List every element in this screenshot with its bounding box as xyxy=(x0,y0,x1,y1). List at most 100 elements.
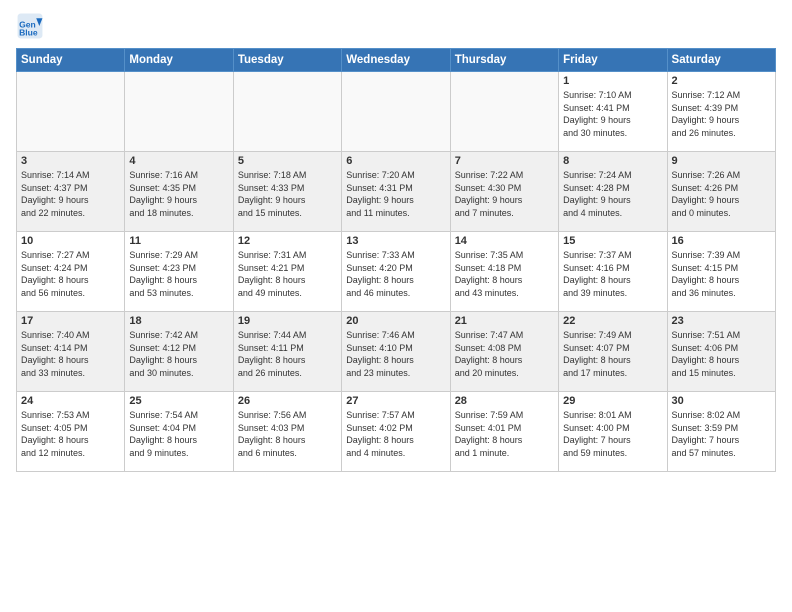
day-info: Sunrise: 7:33 AM Sunset: 4:20 PM Dayligh… xyxy=(346,249,445,299)
calendar-cell: 12Sunrise: 7:31 AM Sunset: 4:21 PM Dayli… xyxy=(233,232,341,312)
calendar-cell: 3Sunrise: 7:14 AM Sunset: 4:37 PM Daylig… xyxy=(17,152,125,232)
day-number: 18 xyxy=(129,315,228,327)
calendar-cell: 21 Sunrise: 7:47 AM Sunset: 4:08 PM Dayli… xyxy=(450,312,558,392)
day-info: Sunrise: 7:26 AM Sunset: 4:26 PM Dayligh… xyxy=(672,169,771,219)
day-info: Sunrise: 7:46 AM Sunset: 4:10 PM Dayligh… xyxy=(346,329,445,379)
calendar-cell xyxy=(233,72,341,152)
calendar-cell: 16 Sunrise: 7:39 AM Sunset: 4:15 PM Dayli… xyxy=(667,232,775,312)
weekday-header-sunday: Sunday xyxy=(17,49,125,72)
weekday-header-saturday: Saturday xyxy=(667,49,775,72)
day-number: 11 xyxy=(129,235,228,247)
calendar-cell: 23 Sunrise: 7:51 AM Sunset: 4:06 PM Dayli… xyxy=(667,312,775,392)
day-number: 24 xyxy=(21,395,120,407)
day-info: Sunrise: 7:20 AM Sunset: 4:31 PM Dayligh… xyxy=(346,169,445,219)
day-info: Sunrise: 7:40 AM Sunset: 4:14 PM Dayligh… xyxy=(21,329,120,379)
day-number: 16 xyxy=(672,235,771,247)
day-info: Sunrise: 7:47 AM Sunset: 4:08 PM Dayligh… xyxy=(455,329,554,379)
day-info: Sunrise: 7:57 AM Sunset: 4:02 PM Dayligh… xyxy=(346,409,445,459)
day-info: Sunrise: 7:29 AM Sunset: 4:23 PM Dayligh… xyxy=(129,249,228,299)
day-info: Sunrise: 7:44 AM Sunset: 4:11 PM Dayligh… xyxy=(238,329,337,379)
day-number: 23 xyxy=(672,315,771,327)
day-number: 8 xyxy=(563,155,662,167)
day-number: 4 xyxy=(129,155,228,167)
day-number: 28 xyxy=(455,395,554,407)
day-info: Sunrise: 7:16 AM Sunset: 4:35 PM Dayligh… xyxy=(129,169,228,219)
day-info: Sunrise: 7:39 AM Sunset: 4:15 PM Dayligh… xyxy=(672,249,771,299)
day-info: Sunrise: 7:37 AM Sunset: 4:16 PM Dayligh… xyxy=(563,249,662,299)
calendar-week-4: 17 Sunrise: 7:40 AM Sunset: 4:14 PM Dayli… xyxy=(17,312,776,392)
day-info: Sunrise: 7:42 AM Sunset: 4:12 PM Dayligh… xyxy=(129,329,228,379)
calendar-cell: 29 Sunrise: 8:01 AM Sunset: 4:00 PM Dayli… xyxy=(559,392,667,472)
day-info: Sunrise: 7:22 AM Sunset: 4:30 PM Dayligh… xyxy=(455,169,554,219)
day-number: 22 xyxy=(563,315,662,327)
calendar-cell: 9 Sunrise: 7:26 AM Sunset: 4:26 PM Daylig… xyxy=(667,152,775,232)
day-info: Sunrise: 7:54 AM Sunset: 4:04 PM Dayligh… xyxy=(129,409,228,459)
calendar-cell: 28 Sunrise: 7:59 AM Sunset: 4:01 PM Dayli… xyxy=(450,392,558,472)
day-info: Sunrise: 7:51 AM Sunset: 4:06 PM Dayligh… xyxy=(672,329,771,379)
calendar-week-5: 24 Sunrise: 7:53 AM Sunset: 4:05 PM Dayli… xyxy=(17,392,776,472)
day-number: 5 xyxy=(238,155,337,167)
day-number: 20 xyxy=(346,315,445,327)
calendar-cell: 15 Sunrise: 7:37 AM Sunset: 4:16 PM Dayli… xyxy=(559,232,667,312)
day-number: 15 xyxy=(563,235,662,247)
day-number: 27 xyxy=(346,395,445,407)
day-info: Sunrise: 7:12 AM Sunset: 4:39 PM Dayligh… xyxy=(672,89,771,139)
weekday-header-monday: Monday xyxy=(125,49,233,72)
day-number: 21 xyxy=(455,315,554,327)
calendar-cell: 10 Sunrise: 7:27 AM Sunset: 4:24 PM Dayli… xyxy=(17,232,125,312)
calendar-week-3: 10 Sunrise: 7:27 AM Sunset: 4:24 PM Dayli… xyxy=(17,232,776,312)
calendar-cell xyxy=(125,72,233,152)
day-number: 19 xyxy=(238,315,337,327)
calendar-cell: 26Sunrise: 7:56 AM Sunset: 4:03 PM Dayli… xyxy=(233,392,341,472)
day-info: Sunrise: 7:53 AM Sunset: 4:05 PM Dayligh… xyxy=(21,409,120,459)
day-info: Sunrise: 8:01 AM Sunset: 4:00 PM Dayligh… xyxy=(563,409,662,459)
calendar-cell: 1Sunrise: 7:10 AM Sunset: 4:41 PM Daylig… xyxy=(559,72,667,152)
calendar-cell: 19 Sunrise: 7:44 AM Sunset: 4:11 PM Dayli… xyxy=(233,312,341,392)
weekday-header-friday: Friday xyxy=(559,49,667,72)
day-info: Sunrise: 8:02 AM Sunset: 3:59 PM Dayligh… xyxy=(672,409,771,459)
calendar-cell: 11 Sunrise: 7:29 AM Sunset: 4:23 PM Dayli… xyxy=(125,232,233,312)
day-number: 10 xyxy=(21,235,120,247)
calendar-cell xyxy=(17,72,125,152)
day-info: Sunrise: 7:27 AM Sunset: 4:24 PM Dayligh… xyxy=(21,249,120,299)
calendar-body: 1Sunrise: 7:10 AM Sunset: 4:41 PM Daylig… xyxy=(17,72,776,472)
calendar-cell: 13Sunrise: 7:33 AM Sunset: 4:20 PM Dayli… xyxy=(342,232,450,312)
page: Gen Blue SundayMondayTuesdayWednesdayThu… xyxy=(0,0,792,612)
day-info: Sunrise: 7:24 AM Sunset: 4:28 PM Dayligh… xyxy=(563,169,662,219)
calendar-cell: 7 Sunrise: 7:22 AM Sunset: 4:30 PM Daylig… xyxy=(450,152,558,232)
day-info: Sunrise: 7:35 AM Sunset: 4:18 PM Dayligh… xyxy=(455,249,554,299)
weekday-header-tuesday: Tuesday xyxy=(233,49,341,72)
day-info: Sunrise: 7:10 AM Sunset: 4:41 PM Dayligh… xyxy=(563,89,662,139)
calendar-table: SundayMondayTuesdayWednesdayThursdayFrid… xyxy=(16,48,776,472)
calendar-cell: 20 Sunrise: 7:46 AM Sunset: 4:10 PM Dayli… xyxy=(342,312,450,392)
day-number: 6 xyxy=(346,155,445,167)
weekday-header-thursday: Thursday xyxy=(450,49,558,72)
day-info: Sunrise: 7:59 AM Sunset: 4:01 PM Dayligh… xyxy=(455,409,554,459)
day-info: Sunrise: 7:56 AM Sunset: 4:03 PM Dayligh… xyxy=(238,409,337,459)
day-number: 29 xyxy=(563,395,662,407)
day-number: 17 xyxy=(21,315,120,327)
calendar-cell: 27 Sunrise: 7:57 AM Sunset: 4:02 PM Dayli… xyxy=(342,392,450,472)
header: Gen Blue xyxy=(16,12,776,40)
day-number: 3 xyxy=(21,155,120,167)
calendar-cell: 30Sunrise: 8:02 AM Sunset: 3:59 PM Dayli… xyxy=(667,392,775,472)
calendar-cell: 18 Sunrise: 7:42 AM Sunset: 4:12 PM Dayli… xyxy=(125,312,233,392)
day-number: 2 xyxy=(672,75,771,87)
calendar-cell: 8 Sunrise: 7:24 AM Sunset: 4:28 PM Daylig… xyxy=(559,152,667,232)
day-number: 9 xyxy=(672,155,771,167)
calendar-cell: 14 Sunrise: 7:35 AM Sunset: 4:18 PM Dayli… xyxy=(450,232,558,312)
calendar-cell: 4 Sunrise: 7:16 AM Sunset: 4:35 PM Daylig… xyxy=(125,152,233,232)
calendar-cell: 22Sunrise: 7:49 AM Sunset: 4:07 PM Dayli… xyxy=(559,312,667,392)
calendar-cell: 25Sunrise: 7:54 AM Sunset: 4:04 PM Dayli… xyxy=(125,392,233,472)
day-number: 12 xyxy=(238,235,337,247)
day-number: 14 xyxy=(455,235,554,247)
calendar-cell: 2 Sunrise: 7:12 AM Sunset: 4:39 PM Daylig… xyxy=(667,72,775,152)
calendar-cell: 5Sunrise: 7:18 AM Sunset: 4:33 PM Daylig… xyxy=(233,152,341,232)
calendar-header-row: SundayMondayTuesdayWednesdayThursdayFrid… xyxy=(17,49,776,72)
logo: Gen Blue xyxy=(16,12,48,40)
calendar-cell xyxy=(342,72,450,152)
calendar-cell: 24 Sunrise: 7:53 AM Sunset: 4:05 PM Dayli… xyxy=(17,392,125,472)
logo-icon: Gen Blue xyxy=(16,12,44,40)
calendar-week-2: 3Sunrise: 7:14 AM Sunset: 4:37 PM Daylig… xyxy=(17,152,776,232)
day-number: 7 xyxy=(455,155,554,167)
